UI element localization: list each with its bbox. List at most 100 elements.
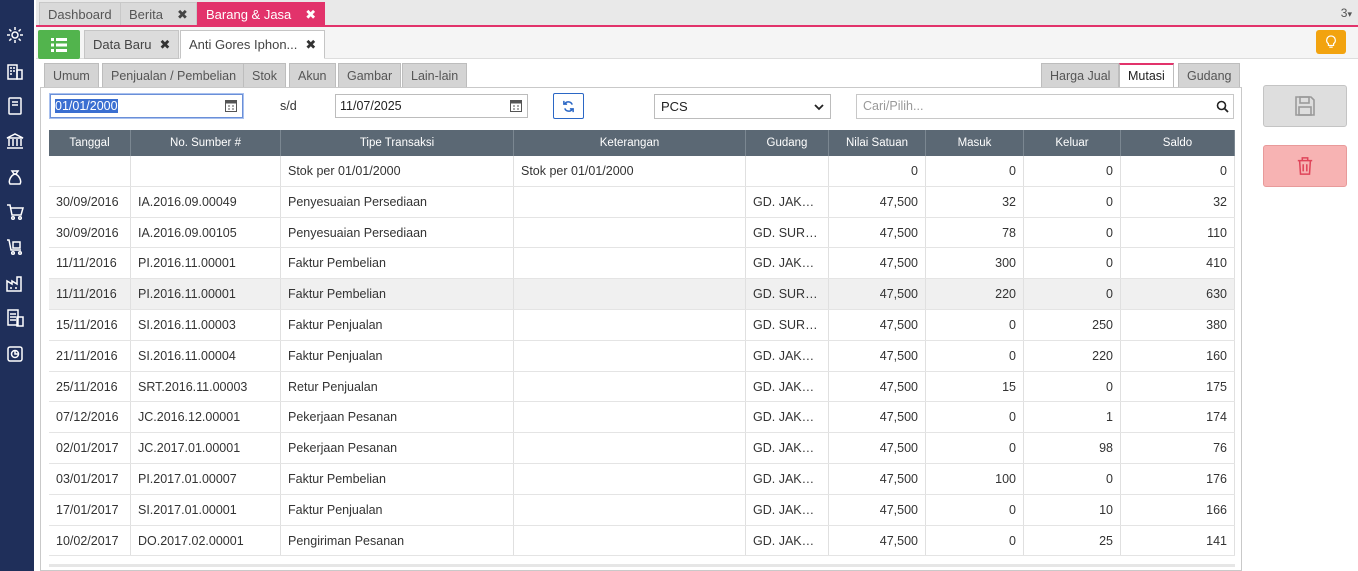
table-row[interactable]: 25/11/2016 SRT.2016.11.00003 Retur Penjual…: [49, 371, 1235, 403]
table-row[interactable]: 11/11/2016 PI.2016.11.00001 Faktur Pembeli…: [49, 248, 1235, 280]
table-row[interactable]: 15/11/2016 SI.2016.11.00003 Faktur Penjual…: [49, 309, 1235, 341]
table-cell: 15/11/2016: [49, 309, 131, 340]
date-from-value: 01/01/2000: [55, 99, 118, 113]
tab-harga-jual[interactable]: Harga Jual: [1041, 63, 1120, 88]
table-row[interactable]: 17/01/2017 SI.2017.01.00001 Faktur Penjual…: [49, 494, 1235, 526]
table-cell: Faktur Pembelian: [281, 279, 514, 309]
table-row[interactable]: 30/09/2016 IA.2016.09.00049 Penyesuaian Pe…: [49, 186, 1235, 218]
table-row[interactable]: 02/01/2017 JC.2017.01.00001 Pekerjaan Pesa…: [49, 433, 1235, 464]
refresh-button[interactable]: [553, 93, 584, 119]
table-cell: [514, 279, 746, 309]
close-icon[interactable]: ✖: [160, 37, 171, 52]
column-header[interactable]: Saldo: [1121, 130, 1235, 156]
close-icon[interactable]: ✖: [305, 7, 316, 22]
table-cell: GD. JAKAR...: [746, 248, 829, 279]
table-cell: 78: [926, 217, 1024, 248]
cart-icon[interactable]: [4, 201, 26, 223]
table-cell: JC.2016.12.00001: [131, 402, 281, 433]
date-range-separator: s/d: [280, 99, 297, 113]
building-icon[interactable]: [4, 60, 26, 82]
lightbulb-icon: [1326, 35, 1336, 48]
tab-data-baru[interactable]: Data Baru ✖: [84, 30, 180, 59]
column-header[interactable]: Tipe Transaksi: [281, 130, 514, 156]
table-cell: 0: [1024, 156, 1121, 186]
report-icon[interactable]: [4, 343, 26, 365]
table-row[interactable]: 10/02/2017 DO.2017.02.00001 Pengiriman Pes…: [49, 525, 1235, 557]
search-icon[interactable]: [1216, 100, 1229, 113]
search-input[interactable]: Cari/Pilih...: [856, 94, 1234, 119]
column-header[interactable]: Keluar: [1024, 130, 1121, 156]
table-body: Stok per 01/01/2000 Stok per 01/01/2000 0 0…: [49, 156, 1235, 557]
table-cell: SI.2016.11.00003: [131, 309, 281, 340]
table-cell: SI.2016.11.00004: [131, 340, 281, 371]
table-cell: 32: [926, 186, 1024, 217]
tab-akun[interactable]: Akun: [289, 63, 336, 88]
table-cell: 21/11/2016: [49, 340, 131, 371]
unit-value: PCS: [661, 99, 688, 114]
table-cell: 10: [1024, 494, 1121, 525]
tab-label: Stok: [252, 69, 278, 83]
table-cell: JC.2017.01.00001: [131, 433, 281, 463]
column-header[interactable]: Gudang: [746, 130, 829, 156]
money-bag-icon[interactable]: [4, 166, 26, 188]
column-header[interactable]: Tanggal: [49, 130, 131, 156]
tab-penjualan-pembelian[interactable]: Penjualan / Pembelian: [102, 63, 246, 88]
table-cell: 03/01/2017: [49, 463, 131, 494]
table-cell: Pengiriman Pesanan: [281, 525, 514, 556]
table-row[interactable]: 03/01/2017 PI.2017.01.00007 Faktur Pembeli…: [49, 463, 1235, 495]
save-button[interactable]: [1263, 85, 1347, 127]
caret-down-icon: ▾: [1347, 9, 1352, 19]
factory-icon[interactable]: [4, 272, 26, 294]
column-header[interactable]: Keterangan: [514, 130, 746, 156]
table-cell: 0: [926, 402, 1024, 433]
tax-document-icon[interactable]: [4, 307, 26, 329]
close-icon[interactable]: ✖: [305, 37, 316, 52]
tab-berita[interactable]: Berita ✖: [120, 2, 197, 25]
tab-gambar[interactable]: Gambar: [338, 63, 402, 88]
table-cell: 100: [926, 463, 1024, 494]
date-to-input[interactable]: 11/07/2025: [335, 94, 528, 118]
table-cell: 30/09/2016: [49, 217, 131, 248]
list-menu-button[interactable]: [38, 30, 80, 59]
calendar-icon[interactable]: [510, 99, 522, 112]
table-cell: PI.2016.11.00001: [131, 248, 281, 279]
table-cell: GD. JAKAR...: [746, 402, 829, 433]
column-header[interactable]: Nilai Satuan: [829, 130, 926, 156]
delivery-cart-icon[interactable]: [4, 236, 26, 258]
bank-icon[interactable]: [4, 130, 26, 152]
table-row[interactable]: Stok per 01/01/2000 Stok per 01/01/2000 0 0…: [49, 156, 1235, 187]
table-row[interactable]: 30/09/2016 IA.2016.09.00105 Penyesuaian Pe…: [49, 217, 1235, 249]
tab-barang-jasa[interactable]: Barang & Jasa ✖: [197, 2, 326, 25]
horizontal-scrollbar[interactable]: [49, 564, 1235, 567]
tab-gudang[interactable]: Gudang: [1178, 63, 1241, 88]
tab-umum[interactable]: Umum: [44, 63, 99, 88]
table-cell: [514, 371, 746, 402]
table-cell: Retur Penjualan: [281, 371, 514, 402]
table-cell: 630: [1121, 279, 1235, 309]
table-cell: 07/12/2016: [49, 402, 131, 433]
table-cell: 32: [1121, 186, 1235, 217]
column-header[interactable]: No. Sumber #: [131, 130, 281, 156]
tab-lain-lain[interactable]: Lain-lain: [402, 63, 468, 88]
tab-mutasi[interactable]: Mutasi: [1119, 63, 1174, 88]
tab-dashboard[interactable]: Dashboard: [39, 2, 121, 25]
bulb-button[interactable]: [1316, 30, 1346, 54]
calendar-icon[interactable]: [225, 99, 237, 112]
date-from-input[interactable]: 01/01/2000: [50, 94, 243, 118]
delete-button[interactable]: [1263, 145, 1347, 187]
refresh-icon: [563, 100, 574, 112]
table-row[interactable]: 11/11/2016 PI.2016.11.00001 Faktur Pembeli…: [49, 279, 1235, 310]
tab-anti-gores[interactable]: Anti Gores Iphon... ✖: [180, 30, 326, 59]
tab-stok[interactable]: Stok: [243, 63, 287, 88]
tab-count-dropdown[interactable]: 3▾: [1341, 6, 1352, 20]
close-icon[interactable]: ✖: [177, 7, 188, 22]
gear-icon[interactable]: [4, 24, 26, 46]
table-row[interactable]: 07/12/2016 JC.2016.12.00001 Pekerjaan Pesa…: [49, 402, 1235, 434]
table-row[interactable]: 21/11/2016 SI.2016.11.00004 Faktur Penjual…: [49, 340, 1235, 372]
table-cell: Stok per 01/01/2000: [281, 156, 514, 186]
chevron-down-icon: [814, 104, 824, 111]
book-icon[interactable]: [4, 95, 26, 117]
unit-select[interactable]: PCS: [654, 94, 831, 119]
table-cell: 98: [1024, 433, 1121, 463]
column-header[interactable]: Masuk: [926, 130, 1024, 156]
